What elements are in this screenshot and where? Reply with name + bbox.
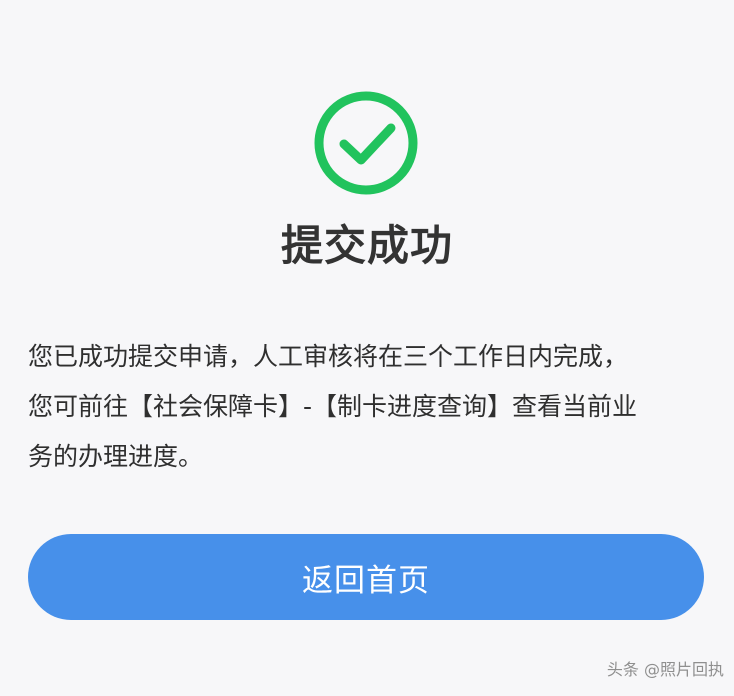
submission-success-page: 提交成功 您已成功提交申请，人工审核将在三个工作日内完成， 您可前往【社会保障卡…: [0, 0, 734, 696]
message-line-1: 您已成功提交申请，人工审核将在三个工作日内完成，: [28, 342, 629, 371]
return-home-button[interactable]: 返回首页: [28, 534, 704, 620]
message-line-3: 务的办理进度。: [28, 442, 204, 471]
check-circle-icon: [312, 89, 420, 197]
success-title: 提交成功: [280, 221, 453, 270]
message-line-2: 您可前往【社会保障卡】-【制卡进度查询】查看当前业: [28, 392, 638, 421]
check-circle-icon-graphic: [314, 91, 418, 195]
watermark-text: 头条 @照片回执: [606, 660, 724, 679]
success-message: 您已成功提交申请，人工审核将在三个工作日内完成， 您可前往【社会保障卡】-【制卡…: [28, 332, 718, 482]
